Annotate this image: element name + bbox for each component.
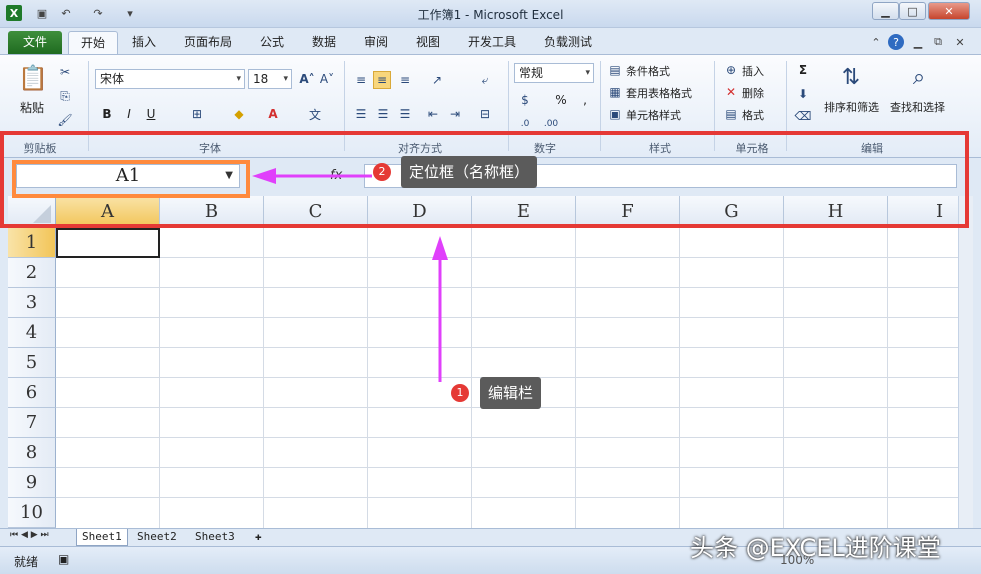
annotation-badge-1: 1	[451, 384, 469, 402]
annotation-label-name-box: 定位框（名称框）	[401, 156, 538, 188]
annotation-badge-2: 2	[373, 163, 391, 181]
arrowhead-formula-bar	[432, 236, 448, 260]
annotation-arrows	[252, 168, 448, 382]
arrowhead-name-box	[252, 168, 276, 184]
annotation-label-formula-bar: 编辑栏	[480, 377, 542, 409]
watermark: 头条 @EXCEL进阶课堂	[690, 534, 941, 562]
